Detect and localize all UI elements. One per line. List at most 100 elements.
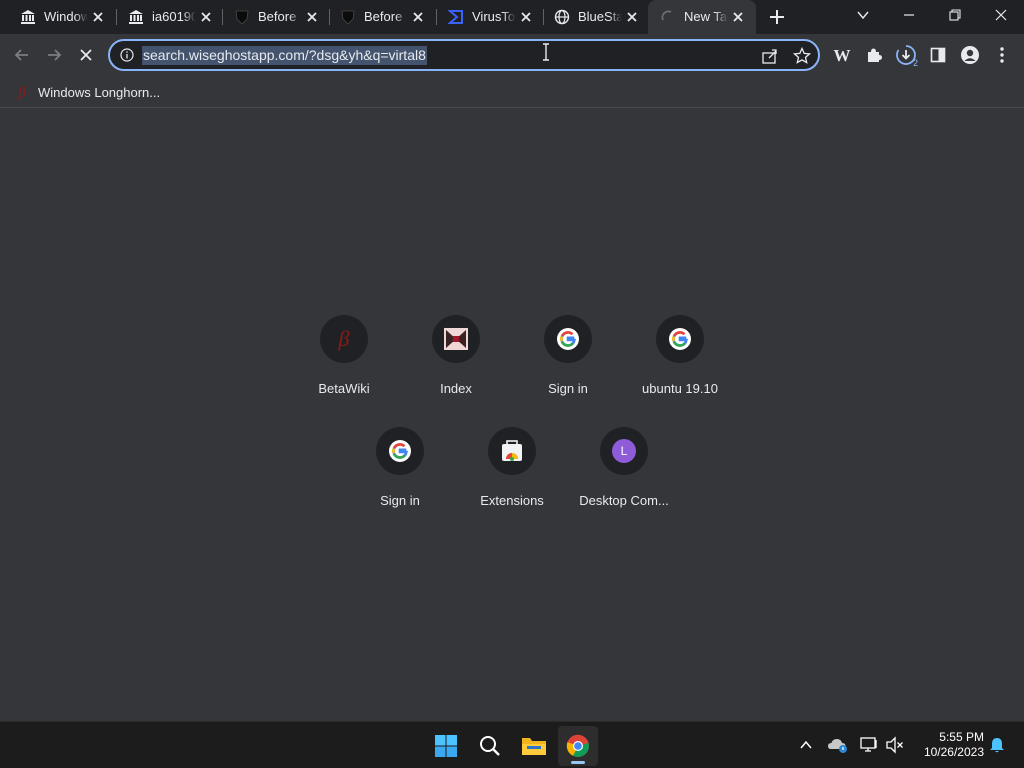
file-explorer-button[interactable]	[514, 726, 554, 766]
arrow-left-icon	[14, 49, 28, 61]
shortcut-betawiki[interactable]: β BetaWiki	[288, 309, 400, 421]
shortcut-icon-container	[432, 315, 480, 363]
shortcut-label: Index	[440, 381, 472, 396]
shortcut-desktop-com[interactable]: L Desktop Com...	[568, 421, 680, 533]
search-icon	[480, 736, 500, 756]
minimize-button[interactable]	[886, 0, 932, 30]
extension-w-button[interactable]: W	[831, 44, 853, 66]
shortcut-sign-in-2[interactable]: Sign in	[344, 421, 456, 533]
shortcut-ubuntu[interactable]: ubuntu 19.10	[624, 309, 736, 421]
close-icon[interactable]	[730, 9, 746, 25]
extensions-button[interactable]	[863, 44, 885, 66]
betawiki-icon: β	[17, 85, 26, 100]
bell-icon	[990, 738, 1004, 753]
restore-button[interactable]	[932, 0, 978, 30]
letter-avatar-icon: L	[612, 439, 636, 463]
close-window-button[interactable]	[978, 0, 1024, 30]
chrome-icon	[566, 734, 589, 757]
restore-icon	[949, 9, 961, 21]
downloads-button[interactable]: 2	[895, 44, 918, 68]
volume-button[interactable]	[884, 734, 906, 756]
download-count-badge: 2	[912, 58, 918, 68]
windows-logo-icon	[435, 735, 457, 757]
network-icon	[860, 737, 877, 752]
stop-x-icon	[80, 49, 92, 61]
tab-windows[interactable]: Windows	[0, 0, 116, 34]
folder-icon	[522, 738, 546, 755]
start-button[interactable]	[426, 726, 466, 766]
forward-button[interactable]	[41, 42, 67, 68]
close-icon[interactable]	[90, 9, 106, 25]
shortcut-extensions[interactable]: Extensions	[456, 421, 568, 533]
shortcut-icon-container	[544, 315, 592, 363]
close-icon[interactable]	[410, 9, 426, 25]
shortcut-icon-container: β	[320, 315, 368, 363]
star-icon[interactable]	[793, 47, 811, 65]
tab-ia60190[interactable]: ia60190	[108, 0, 224, 34]
cloud-status-icon	[828, 739, 847, 753]
share-icon[interactable]	[761, 47, 779, 65]
tab-strip: Windows ia60190 Before Before VirusTotal…	[0, 0, 1024, 34]
close-icon	[995, 9, 1007, 21]
system-clock[interactable]: 5:55 PM 10/26/2023	[912, 730, 984, 760]
search-button[interactable]	[470, 726, 510, 766]
bookmark-windows-longhorn[interactable]: β Windows Longhorn...	[14, 82, 160, 102]
chrome-taskbar-button[interactable]	[558, 726, 598, 766]
google-icon	[557, 328, 579, 350]
clock-date: 10/26/2023	[923, 745, 984, 759]
tab-before-2[interactable]: Before	[320, 0, 436, 34]
loading-spinner-icon	[661, 10, 672, 21]
tab-new-tab[interactable]: New Tab	[648, 0, 756, 34]
tab-search-button[interactable]	[840, 0, 886, 30]
profile-avatar-icon	[961, 46, 979, 64]
shortcut-label: ubuntu 19.10	[642, 381, 718, 396]
volume-muted-icon	[886, 736, 903, 754]
shortcut-sign-in[interactable]: Sign in	[512, 309, 624, 421]
shortcut-label: BetaWiki	[318, 381, 370, 396]
side-panel-icon	[930, 47, 946, 63]
globe-icon	[554, 9, 570, 25]
running-indicator	[571, 761, 585, 764]
bank-icon	[21, 10, 35, 24]
close-icon[interactable]	[198, 9, 214, 25]
google-icon	[389, 440, 411, 462]
shortcut-index[interactable]: Index	[400, 309, 512, 421]
close-icon[interactable]	[624, 9, 640, 25]
shortcut-label: Extensions	[480, 493, 544, 508]
arrow-right-icon	[48, 49, 62, 61]
show-hidden-icons-button[interactable]	[795, 734, 817, 756]
onedrive-tray-button[interactable]	[827, 734, 849, 756]
w-extension-icon: W	[834, 46, 851, 65]
shield-icon	[341, 10, 355, 25]
kebab-menu-icon	[1000, 47, 1004, 63]
shortcut-icon-container	[376, 427, 424, 475]
tab-title: New Tab	[684, 9, 728, 24]
shortcut-icon-container	[656, 315, 704, 363]
menu-button[interactable]	[991, 44, 1013, 66]
info-icon[interactable]	[120, 48, 134, 62]
profile-button[interactable]	[959, 44, 981, 66]
tab-bluestacks[interactable]: BlueStacks	[534, 0, 650, 34]
shield-icon	[235, 10, 249, 25]
svg-text:β: β	[17, 85, 26, 100]
bank-icon	[129, 10, 143, 24]
network-button[interactable]	[859, 734, 881, 756]
address-bar[interactable]: search.wiseghostapp.com/?dsg&yh&q=virtal…	[108, 39, 820, 71]
virustotal-icon	[448, 10, 463, 24]
new-tab-plus-icon[interactable]	[765, 5, 789, 29]
back-button[interactable]	[9, 42, 35, 68]
notifications-button[interactable]	[986, 734, 1008, 756]
tab-title: Before	[258, 9, 297, 24]
close-icon[interactable]	[304, 9, 320, 25]
tab-before-1[interactable]: Before	[214, 0, 330, 34]
tab-virustotal[interactable]: VirusTotal	[428, 0, 544, 34]
tab-title: BlueStacks	[578, 9, 622, 24]
close-icon[interactable]	[518, 9, 534, 25]
stop-button[interactable]	[73, 42, 99, 68]
shortcut-icon-container	[488, 427, 536, 475]
url-text[interactable]: search.wiseghostapp.com/?dsg&yh&q=virtal…	[142, 46, 427, 65]
bookmarks-bar: β Windows Longhorn...	[0, 76, 1024, 108]
tab-title: VirusTotal	[472, 9, 516, 24]
side-panel-button[interactable]	[927, 44, 949, 66]
minimize-icon	[904, 14, 914, 16]
